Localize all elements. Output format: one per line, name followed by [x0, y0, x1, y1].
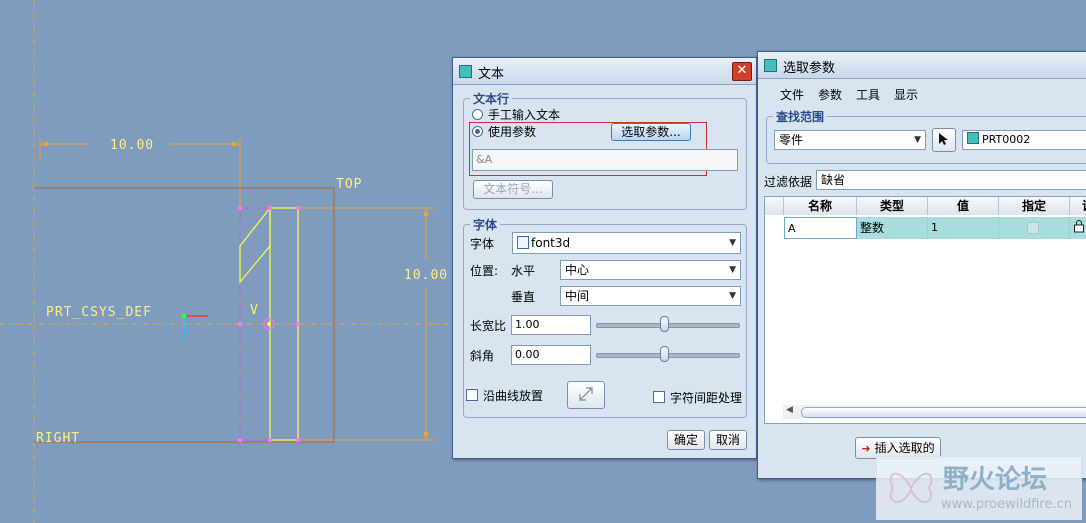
pick-from-model-button[interactable] — [932, 128, 956, 152]
cancel-button[interactable]: 取消 — [709, 430, 747, 450]
insert-selected-label: 插入选取的 — [874, 441, 935, 455]
radio-manual-text-label[interactable]: 手工输入文本 — [488, 106, 560, 123]
scope-select-value: 零件 — [779, 133, 804, 147]
flip-direction-button[interactable] — [567, 381, 605, 409]
cell-type[interactable]: 整数 — [857, 217, 928, 239]
sketch-parallelogram[interactable] — [239, 206, 271, 284]
slant-angle-label: 斜角 — [470, 349, 495, 363]
dim-arrow-bottom — [423, 432, 429, 440]
watermark-title: 野火论坛 — [943, 465, 1048, 495]
font-label: 字体 — [470, 237, 495, 251]
filter-label: 过滤依据 — [764, 175, 813, 189]
csys-origin — [181, 313, 187, 319]
flip-direction-icon — [579, 386, 593, 401]
select-parameter-title: 选取参数 — [783, 61, 836, 76]
datum-plane-right-label: RIGHT — [36, 431, 80, 446]
point-label: V — [250, 303, 259, 318]
chevron-down-icon: ▼ — [729, 238, 736, 248]
cell-designate[interactable] — [999, 217, 1070, 239]
filter-select[interactable]: 缺省 — [816, 170, 1086, 190]
text-dialog: 文本 ✕ 文本行 手工输入文本 使用参数 选取参数... &A 文本符号... … — [452, 57, 757, 459]
horizontal-select[interactable]: 中心 ▼ — [560, 260, 741, 280]
menu-tools[interactable]: 工具 — [856, 86, 880, 103]
cell-name[interactable]: A — [784, 217, 857, 239]
search-scope-label: 查找范围 — [776, 110, 825, 124]
cell-description[interactable] — [1070, 217, 1086, 239]
menu-file[interactable]: 文件 — [780, 86, 804, 103]
watermark: 野火论坛 www.proewildfire.cn — [876, 456, 1082, 520]
column-header-designate[interactable]: 指定 — [999, 197, 1070, 215]
watermark-url: www.proewildfire.cn — [941, 497, 1072, 512]
horizontal-scrollbar[interactable]: ◀ — [783, 405, 1086, 419]
vertical-label: 垂直 — [511, 290, 536, 304]
scroll-left-icon[interactable]: ◀ — [786, 405, 793, 415]
cell-value[interactable]: 1 — [928, 217, 999, 239]
window-icon — [764, 59, 777, 72]
lock-icon — [1074, 220, 1084, 233]
sketch-center-dot — [267, 322, 271, 326]
along-curve-checkbox[interactable] — [466, 389, 478, 401]
aspect-ratio-input[interactable]: 1.00 — [511, 315, 591, 335]
text-dialog-title: 文本 — [478, 67, 505, 82]
aspect-ratio-slider-thumb[interactable] — [659, 316, 669, 332]
window-icon — [459, 65, 472, 78]
select-parameter-dialog: 选取参数 文件 参数 工具 显示 查找范围 零件 ▼ PRT0002 过滤依据 … — [757, 51, 1086, 479]
horizontal-select-value: 中心 — [565, 263, 590, 277]
text-value-field[interactable]: &A — [472, 149, 738, 171]
position-label: 位置: — [470, 264, 499, 278]
text-line-group-label: 文本行 — [473, 92, 510, 106]
char-spacing-label[interactable]: 字符间距处理 — [670, 389, 742, 406]
column-header-type[interactable]: 类型 — [857, 197, 928, 215]
table-row[interactable]: A 整数 1 — [765, 217, 1086, 239]
menu-bar: 文件 参数 工具 显示 — [758, 82, 1086, 104]
scroll-thumb[interactable] — [801, 407, 1086, 418]
font-group-label: 字体 — [473, 218, 498, 232]
filter-select-value: 缺省 — [821, 173, 846, 187]
slant-angle-slider-thumb[interactable] — [659, 346, 669, 362]
font-file-icon — [517, 236, 529, 249]
select-parameter-titlebar[interactable]: 选取参数 — [758, 52, 1086, 79]
dim-arrow-left — [40, 141, 48, 147]
cursor-arrow-icon — [939, 132, 948, 145]
csys-label: PRT_CSYS_DEF — [46, 305, 152, 320]
designate-checkbox[interactable] — [1027, 222, 1039, 234]
vertical-select[interactable]: 中间 ▼ — [560, 286, 741, 306]
menu-display[interactable]: 显示 — [894, 86, 918, 103]
parameter-table: 名称 类型 值 指定 说 A 整数 1 ◀ — [764, 196, 1086, 424]
select-parameter-button[interactable]: 选取参数... — [611, 123, 691, 141]
chevron-down-icon: ▼ — [729, 265, 736, 275]
dim-vertical-value[interactable]: 10.00 — [404, 268, 448, 283]
datum-plane-top-label: TOP — [336, 177, 362, 192]
radio-manual-text[interactable] — [472, 109, 483, 120]
scope-select[interactable]: 零件 ▼ — [774, 130, 926, 150]
butterfly-logo-icon — [889, 472, 933, 503]
menu-parameter[interactable]: 参数 — [818, 86, 842, 103]
column-header-description[interactable]: 说 — [1070, 197, 1086, 215]
char-spacing-checkbox[interactable] — [653, 391, 665, 403]
dim-arrow-top — [423, 208, 429, 216]
chevron-down-icon: ▼ — [729, 291, 736, 301]
font-select[interactable]: font3d ▼ — [512, 232, 741, 254]
along-curve-label[interactable]: 沿曲线放置 — [483, 387, 543, 404]
font-select-value: font3d — [531, 236, 571, 250]
model-select[interactable]: PRT0002 — [962, 130, 1086, 150]
dim-arrow-right — [232, 141, 240, 147]
dim-horizontal-value[interactable]: 10.00 — [110, 138, 154, 153]
column-header-name[interactable]: 名称 — [784, 197, 857, 215]
text-symbol-button[interactable]: 文本符号... — [473, 180, 553, 199]
horizontal-label: 水平 — [511, 264, 536, 278]
part-icon — [967, 132, 979, 144]
insert-arrow-icon: ➜ — [861, 442, 871, 455]
aspect-ratio-label: 长宽比 — [470, 319, 507, 333]
ok-button[interactable]: 确定 — [667, 430, 705, 450]
close-icon[interactable]: ✕ — [732, 62, 752, 81]
chevron-down-icon: ▼ — [914, 135, 921, 145]
column-header-blank — [765, 197, 784, 215]
text-dialog-titlebar[interactable]: 文本 ✕ — [453, 58, 756, 85]
slant-angle-input[interactable]: 0.00 — [511, 345, 591, 365]
model-select-value: PRT0002 — [982, 133, 1031, 146]
column-header-value[interactable]: 值 — [928, 197, 999, 215]
vertical-select-value: 中间 — [565, 289, 590, 303]
